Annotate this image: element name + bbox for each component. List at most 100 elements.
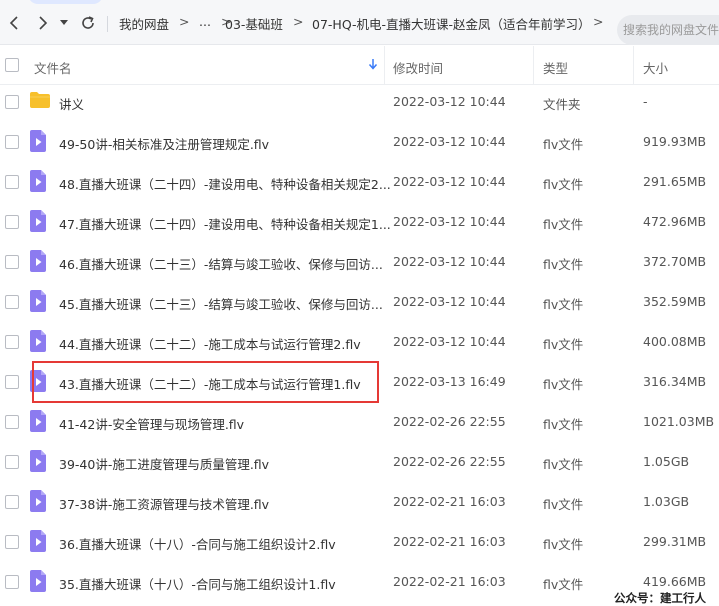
file-row[interactable]: 49-50讲-相关标准及注册管理规定.flv 2022-03-12 10:44 fl… bbox=[0, 121, 719, 161]
column-divider[interactable] bbox=[533, 46, 534, 84]
row-checkbox[interactable] bbox=[5, 175, 19, 189]
file-modified-date: 2022-03-12 10:44 bbox=[393, 334, 506, 349]
row-checkbox[interactable] bbox=[5, 575, 19, 589]
file-name[interactable]: 46.直播大班课（二十三）-结算与竣工验收、保修与回访... bbox=[59, 254, 383, 273]
file-name[interactable]: 35.直播大班课（十八）-合同与施工组织设计1.flv bbox=[59, 574, 336, 593]
table-header: 文件名 修改时间 类型 大小 bbox=[0, 46, 719, 85]
file-type: flv文件 bbox=[543, 577, 584, 592]
file-row[interactable]: 47.直播大班课（二十四）-建设用电、特种设备相关规定1... 2022-03-1… bbox=[0, 201, 719, 241]
row-checkbox[interactable] bbox=[5, 415, 19, 429]
file-row[interactable]: 39-40讲-施工进度管理与质量管理.flv 2022-02-26 22:55 fl… bbox=[0, 441, 719, 481]
file-row[interactable]: 46.直播大班课（二十三）-结算与竣工验收、保修与回访... 2022-03-12… bbox=[0, 241, 719, 281]
file-name[interactable]: 44.直播大班课（二十二）-施工成本与试运行管理2.flv bbox=[59, 334, 361, 353]
toolbar-divider bbox=[107, 16, 108, 32]
search-input[interactable] bbox=[617, 15, 719, 45]
file-size: 472.96MB bbox=[643, 214, 707, 229]
video-file-icon bbox=[29, 290, 47, 316]
file-row[interactable]: 讲义 2022-03-12 10:44 文件夹 - bbox=[0, 81, 719, 121]
file-size: 419.66MB bbox=[643, 574, 707, 589]
column-header-modified[interactable]: 修改时间 bbox=[393, 58, 443, 77]
video-file-icon bbox=[29, 570, 47, 596]
breadcrumb-basic-class[interactable]: 03-基础班 bbox=[225, 14, 283, 33]
file-name[interactable]: 39-40讲-施工进度管理与质量管理.flv bbox=[59, 454, 269, 473]
file-modified-date: 2022-02-26 22:55 bbox=[393, 414, 506, 429]
breadcrumb-my-disk[interactable]: 我的网盘 bbox=[119, 14, 169, 33]
row-checkbox[interactable] bbox=[5, 375, 19, 389]
row-checkbox[interactable] bbox=[5, 535, 19, 549]
file-type: flv文件 bbox=[543, 457, 584, 472]
row-checkbox[interactable] bbox=[5, 215, 19, 229]
column-header-name[interactable]: 文件名 bbox=[34, 58, 72, 77]
file-modified-date: 2022-03-12 10:44 bbox=[393, 134, 506, 149]
file-modified-date: 2022-03-12 10:44 bbox=[393, 214, 506, 229]
file-type: flv文件 bbox=[543, 497, 584, 512]
file-name[interactable]: 36.直播大班课（十八）-合同与施工组织设计2.flv bbox=[59, 534, 336, 553]
folder-icon bbox=[29, 90, 51, 114]
breadcrumb-ellipsis[interactable]: ... bbox=[199, 14, 211, 29]
file-row[interactable]: 45.直播大班课（二十三）-结算与竣工验收、保修与回访... 2022-03-12… bbox=[0, 281, 719, 321]
file-size: 400.08MB bbox=[643, 334, 707, 349]
video-file-icon bbox=[29, 170, 47, 196]
row-checkbox[interactable] bbox=[5, 255, 19, 269]
file-row[interactable]: 37-38讲-施工资源管理与技术管理.flv 2022-02-21 16:03 fl… bbox=[0, 481, 719, 521]
file-size: 352.59MB bbox=[643, 294, 707, 309]
row-checkbox[interactable] bbox=[5, 95, 19, 109]
file-size: 1.03GB bbox=[643, 494, 690, 509]
file-modified-date: 2022-02-21 16:03 bbox=[393, 534, 506, 549]
file-type: flv文件 bbox=[543, 377, 584, 392]
file-name[interactable]: 49-50讲-相关标准及注册管理规定.flv bbox=[59, 134, 269, 153]
file-size: 1021.03MB bbox=[643, 414, 715, 429]
file-modified-date: 2022-03-13 16:49 bbox=[393, 374, 506, 389]
column-header-size[interactable]: 大小 bbox=[643, 58, 668, 77]
file-modified-date: 2022-02-26 22:55 bbox=[393, 454, 506, 469]
sort-descending-icon[interactable] bbox=[368, 58, 378, 70]
breadcrumb-current-folder[interactable]: 07-HQ-机电-直播大班课-赵金凤（适合年前学习） bbox=[312, 14, 591, 33]
file-name[interactable]: 45.直播大班课（二十三）-结算与竣工验收、保修与回访... bbox=[59, 294, 383, 313]
column-divider[interactable] bbox=[633, 46, 634, 84]
video-file-icon bbox=[29, 410, 47, 436]
file-size: 919.93MB bbox=[643, 134, 707, 149]
video-file-icon bbox=[29, 530, 47, 556]
file-row[interactable]: 43.直播大班课（二十二）-施工成本与试运行管理1.flv 2022-03-13 … bbox=[0, 361, 719, 401]
row-checkbox[interactable] bbox=[5, 455, 19, 469]
file-row[interactable]: 41-42讲-安全管理与现场管理.flv 2022-02-26 22:55 flv文… bbox=[0, 401, 719, 441]
file-name[interactable]: 41-42讲-安全管理与现场管理.flv bbox=[59, 414, 244, 433]
video-file-icon bbox=[29, 130, 47, 156]
file-name[interactable]: 47.直播大班课（二十四）-建设用电、特种设备相关规定1... bbox=[59, 214, 391, 233]
video-file-icon bbox=[29, 450, 47, 476]
row-checkbox[interactable] bbox=[5, 495, 19, 509]
file-type: flv文件 bbox=[543, 177, 584, 192]
video-file-icon bbox=[29, 370, 47, 396]
select-all-checkbox[interactable] bbox=[5, 58, 19, 72]
row-checkbox[interactable] bbox=[5, 295, 19, 309]
caret-down-icon bbox=[60, 20, 68, 25]
forward-button[interactable] bbox=[32, 12, 54, 34]
file-size: - bbox=[643, 94, 648, 109]
refresh-button[interactable] bbox=[77, 12, 99, 34]
back-button[interactable] bbox=[3, 12, 25, 34]
breadcrumb-separator: > bbox=[179, 14, 190, 29]
history-dropdown-button[interactable] bbox=[56, 12, 72, 34]
file-row[interactable]: 44.直播大班课（二十二）-施工成本与试运行管理2.flv 2022-03-12 … bbox=[0, 321, 719, 361]
file-size: 316.34MB bbox=[643, 374, 707, 389]
row-checkbox[interactable] bbox=[5, 335, 19, 349]
file-size: 372.70MB bbox=[643, 254, 707, 269]
file-name[interactable]: 讲义 bbox=[59, 94, 84, 113]
file-type: flv文件 bbox=[543, 417, 584, 432]
file-row[interactable]: 36.直播大班课（十八）-合同与施工组织设计2.flv 2022-02-21 16… bbox=[0, 521, 719, 561]
file-name[interactable]: 48.直播大班课（二十四）-建设用电、特种设备相关规定2... bbox=[59, 174, 391, 193]
file-row[interactable]: 35.直播大班课（十八）-合同与施工组织设计1.flv 2022-02-21 16… bbox=[0, 561, 719, 601]
file-type: flv文件 bbox=[543, 137, 584, 152]
column-divider[interactable] bbox=[384, 46, 385, 84]
watermark: 公众号：建工行人 bbox=[614, 590, 706, 606]
file-name[interactable]: 43.直播大班课（二十二）-施工成本与试运行管理1.flv bbox=[59, 374, 361, 393]
file-modified-date: 2022-03-12 10:44 bbox=[393, 174, 506, 189]
file-row[interactable]: 48.直播大班课（二十四）-建设用电、特种设备相关规定2... 2022-03-1… bbox=[0, 161, 719, 201]
file-type: 文件夹 bbox=[543, 97, 581, 112]
column-header-type[interactable]: 类型 bbox=[543, 58, 568, 77]
row-checkbox[interactable] bbox=[5, 135, 19, 149]
file-modified-date: 2022-03-12 10:44 bbox=[393, 254, 506, 269]
file-name[interactable]: 37-38讲-施工资源管理与技术管理.flv bbox=[59, 494, 269, 513]
toolbar-tab-indicator bbox=[28, 0, 103, 4]
breadcrumb-separator: > bbox=[293, 14, 304, 29]
